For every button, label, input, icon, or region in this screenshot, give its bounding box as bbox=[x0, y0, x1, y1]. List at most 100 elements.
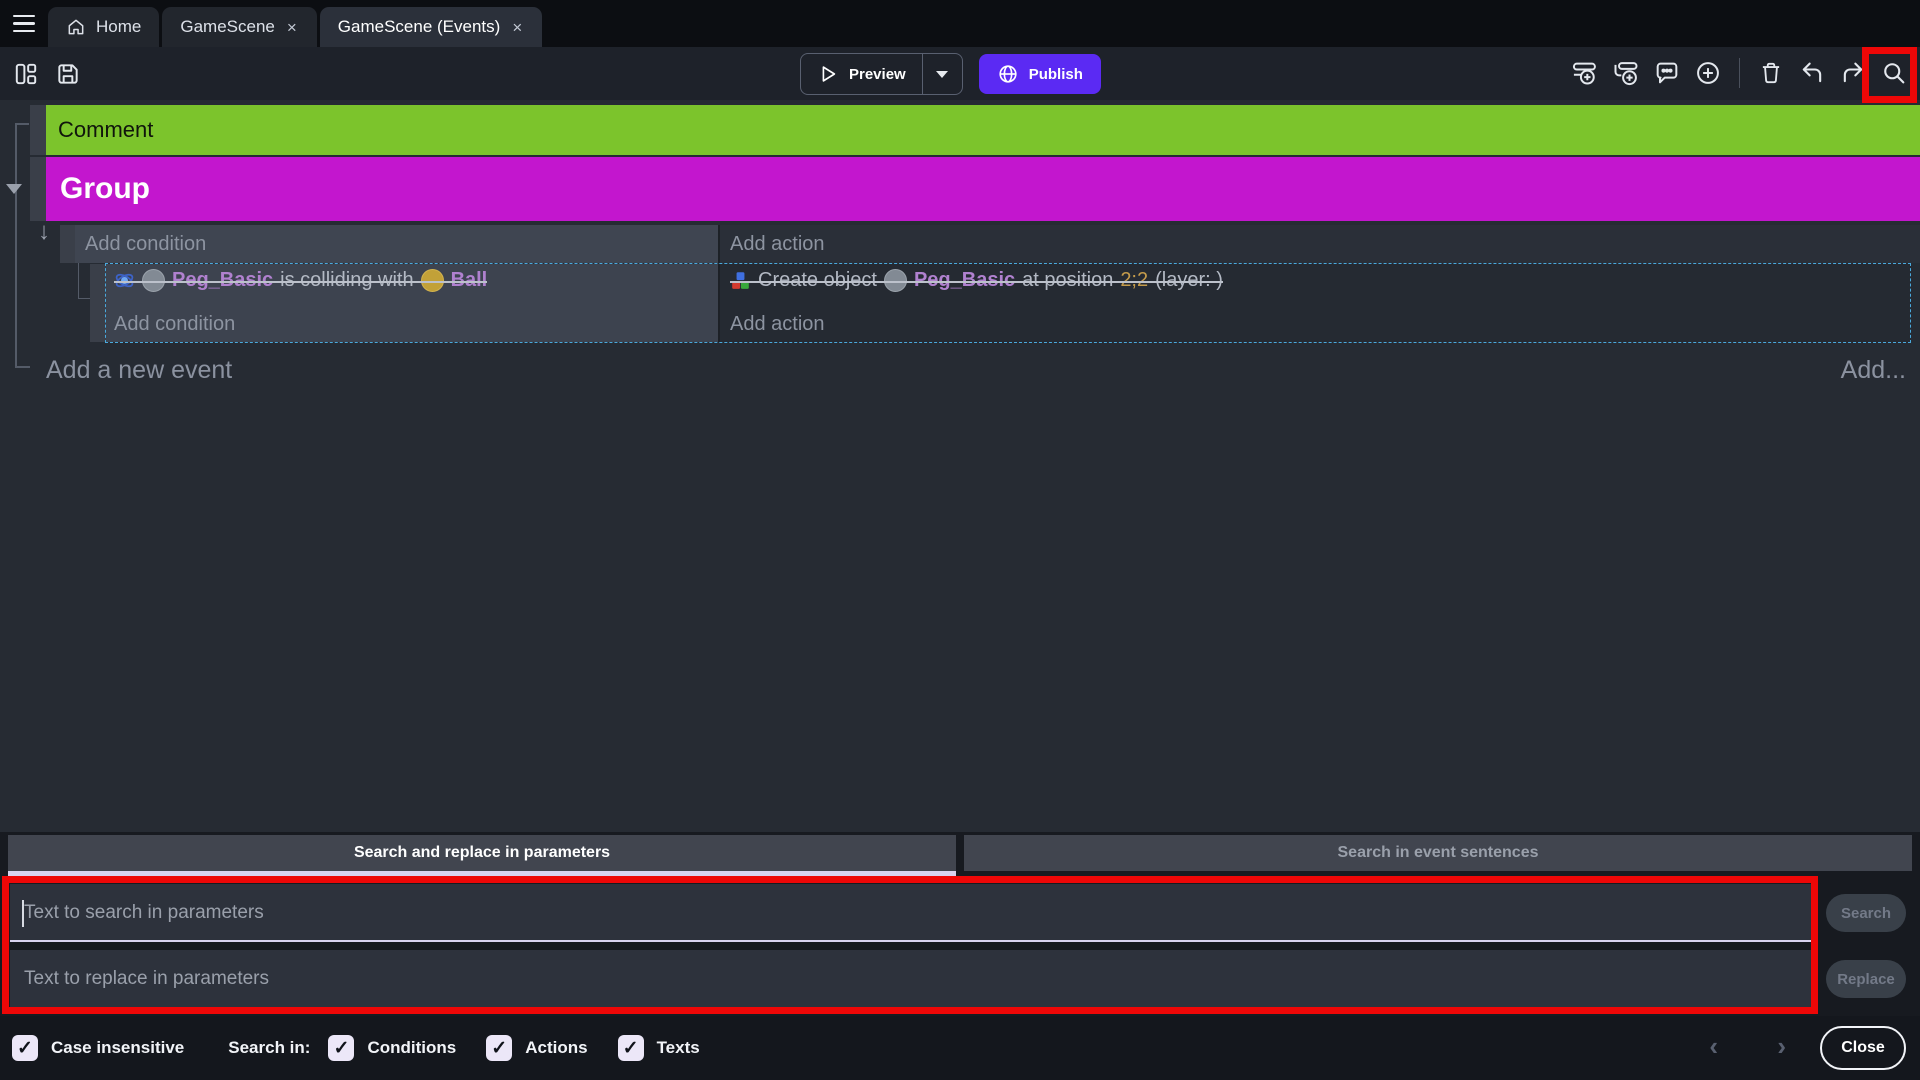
event-drag-handle[interactable] bbox=[90, 264, 106, 342]
group-title: Group bbox=[60, 172, 150, 206]
action-coords: 2;2 bbox=[1120, 269, 1148, 292]
toolbar-divider bbox=[1739, 58, 1740, 88]
comment-text: Comment bbox=[58, 117, 153, 143]
tab-gamescene[interactable]: GameScene × bbox=[162, 7, 316, 47]
collapse-group-icon[interactable] bbox=[6, 184, 22, 194]
tab-label: Home bbox=[96, 17, 141, 37]
play-icon bbox=[817, 63, 839, 85]
add-comment-button[interactable] bbox=[1649, 53, 1685, 93]
open-project-manager-button[interactable] bbox=[8, 54, 44, 94]
tree-line bbox=[15, 123, 17, 368]
subevent-arrow-icon: ↓ bbox=[38, 220, 50, 244]
add-new-event-label[interactable]: Add a new event bbox=[46, 356, 232, 385]
condition-text: is colliding with bbox=[280, 269, 413, 292]
empty-event-row: Add condition Add action bbox=[75, 225, 1920, 263]
case-insensitive-checkbox[interactable] bbox=[12, 1035, 38, 1061]
undo-icon bbox=[1798, 59, 1826, 87]
search-options-row: Case insensitive Search in: Conditions A… bbox=[0, 1016, 1920, 1080]
replace-button[interactable]: Replace bbox=[1826, 960, 1906, 998]
add-condition-label: Add condition bbox=[85, 233, 206, 256]
add-action-label[interactable]: Add action bbox=[730, 313, 1902, 336]
add-action-cell[interactable]: Add action bbox=[720, 225, 1920, 263]
undo-button[interactable] bbox=[1794, 53, 1830, 93]
action-middle: at position bbox=[1022, 269, 1113, 292]
object-thumbnail-peg bbox=[884, 269, 907, 292]
physics-behavior-icon bbox=[114, 270, 135, 291]
search-button[interactable]: Search bbox=[1826, 894, 1906, 932]
actions-option: Actions bbox=[486, 1035, 587, 1061]
texts-label: Texts bbox=[657, 1038, 700, 1058]
toolbar-right-group bbox=[1567, 53, 1912, 93]
preview-button[interactable]: Preview bbox=[801, 54, 922, 94]
condition-object2: Ball bbox=[451, 269, 488, 292]
search-input[interactable] bbox=[10, 884, 1814, 942]
replace-input[interactable] bbox=[10, 950, 1814, 1008]
action-suffix: (layer: ) bbox=[1155, 269, 1223, 292]
input-underline bbox=[10, 1007, 1814, 1009]
object-thumbnail-ball bbox=[421, 269, 444, 292]
actions-checkbox[interactable] bbox=[486, 1035, 512, 1061]
event-drag-handle[interactable] bbox=[30, 157, 46, 221]
redo-button[interactable] bbox=[1835, 53, 1871, 93]
publish-button[interactable]: Publish bbox=[979, 54, 1101, 94]
add-condition-label[interactable]: Add condition bbox=[114, 313, 710, 336]
action-sentence[interactable]: Create object Peg_Basic at position 2;2 … bbox=[730, 269, 1223, 292]
close-tab-icon[interactable]: × bbox=[285, 19, 299, 36]
text-caret bbox=[22, 900, 24, 927]
gdevelop-app: Home GameScene × GameScene (Events) × bbox=[0, 0, 1920, 1080]
conditions-checkbox[interactable] bbox=[328, 1035, 354, 1061]
object-thumbnail-peg bbox=[142, 269, 165, 292]
close-tab-icon[interactable]: × bbox=[510, 19, 524, 36]
tab-gamescene-events[interactable]: GameScene (Events) × bbox=[320, 7, 542, 47]
tree-line bbox=[15, 123, 29, 125]
close-button[interactable]: Close bbox=[1820, 1026, 1906, 1070]
event-drag-handle[interactable] bbox=[60, 225, 76, 263]
group-event[interactable]: Group bbox=[46, 157, 1920, 221]
comment-event[interactable]: Comment bbox=[46, 105, 1920, 155]
add-event-button[interactable] bbox=[1567, 53, 1603, 93]
trash-icon bbox=[1758, 60, 1784, 86]
tab-label: Search and replace in parameters bbox=[354, 844, 610, 862]
add-ellipsis-button[interactable]: Add... bbox=[1841, 356, 1906, 385]
previous-result-button[interactable]: ‹ bbox=[1703, 1032, 1724, 1060]
actions-column: Create object Peg_Basic at position 2;2 … bbox=[720, 264, 1910, 342]
next-result-button[interactable]: › bbox=[1771, 1032, 1792, 1060]
search-panel-tabs: Search and replace in parameters Search … bbox=[8, 835, 1912, 871]
add-subevent-icon bbox=[1612, 59, 1640, 87]
add-condition-cell[interactable]: Add condition bbox=[75, 225, 718, 263]
tab-search-event-sentences[interactable]: Search in event sentences bbox=[964, 835, 1912, 871]
preview-label: Preview bbox=[849, 66, 906, 83]
chevron-down-icon bbox=[936, 71, 948, 78]
selected-event-row[interactable]: Peg_Basic is colliding with Ball Add con… bbox=[106, 264, 1910, 342]
event-drag-handle[interactable] bbox=[30, 105, 46, 155]
preview-options-dropdown[interactable] bbox=[922, 54, 962, 94]
event-sheet: ↓ Comment Group Add condition Add action bbox=[0, 100, 1920, 832]
action-object: Peg_Basic bbox=[914, 269, 1015, 292]
case-insensitive-option: Case insensitive bbox=[12, 1035, 184, 1061]
search-icon bbox=[1880, 59, 1908, 87]
search-in-label: Search in: bbox=[228, 1038, 310, 1058]
texts-checkbox[interactable] bbox=[618, 1035, 644, 1061]
conditions-column: Peg_Basic is colliding with Ball Add con… bbox=[106, 264, 718, 342]
delete-button[interactable] bbox=[1753, 53, 1789, 93]
tab-bar: Home GameScene × GameScene (Events) × bbox=[0, 0, 1920, 47]
actions-label: Actions bbox=[525, 1038, 587, 1058]
toolbar: Preview Publish bbox=[0, 47, 1920, 100]
add-more-events-button[interactable] bbox=[1690, 53, 1726, 93]
tab-home[interactable]: Home bbox=[48, 7, 159, 47]
home-icon bbox=[66, 17, 86, 37]
toolbar-left-group bbox=[8, 54, 86, 94]
action-prefix: Create object bbox=[758, 269, 877, 292]
tab-label: GameScene (Events) bbox=[338, 17, 501, 37]
condition-sentence[interactable]: Peg_Basic is colliding with Ball bbox=[114, 269, 487, 292]
save-icon bbox=[55, 61, 81, 87]
input-underline bbox=[10, 940, 1814, 942]
search-events-button[interactable] bbox=[1876, 53, 1912, 93]
search-panel: Search and replace in parameters Search … bbox=[0, 832, 1920, 1080]
case-insensitive-label: Case insensitive bbox=[51, 1038, 184, 1058]
save-button[interactable] bbox=[50, 54, 86, 94]
tab-search-replace-parameters[interactable]: Search and replace in parameters bbox=[8, 835, 956, 871]
hamburger-menu-icon[interactable] bbox=[0, 0, 48, 47]
add-subevent-button[interactable] bbox=[1608, 53, 1644, 93]
tab-label: Search in event sentences bbox=[1338, 844, 1539, 862]
